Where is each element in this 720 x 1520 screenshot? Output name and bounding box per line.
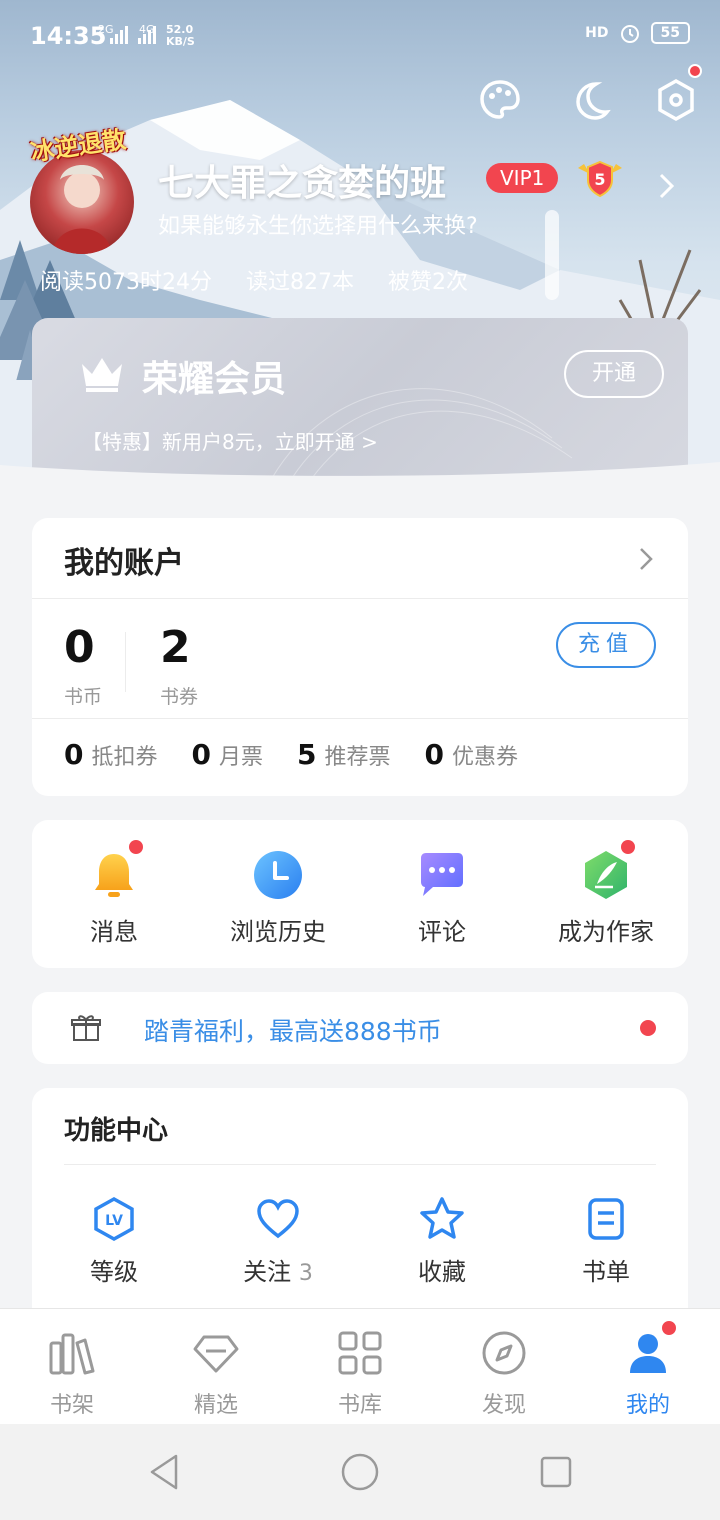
account-card: 我的账户 0 书币 2 书券 充值 0 抵扣券 0 月票 5 推荐票 0 优惠券 [32, 518, 688, 796]
hd-icon: HD [585, 25, 609, 41]
recommend-ticket-item[interactable]: 5 推荐票 [297, 738, 391, 771]
network-speed: 52.0 KB/S [166, 23, 195, 48]
bookshelf-icon [49, 1333, 95, 1375]
vertical-divider [125, 632, 126, 692]
feature-favorites[interactable]: 收藏 [360, 1196, 524, 1287]
feature-booklist[interactable]: 书单 [524, 1196, 688, 1287]
compass-icon [482, 1331, 526, 1375]
feature-center-card: 功能中心 LV 等级 关注 3 收藏 书单 [32, 1088, 688, 1328]
star-icon [420, 1197, 464, 1239]
gift-icon [71, 1015, 101, 1041]
signal-icon-2 [138, 26, 156, 44]
tab-featured[interactable]: 精选 [144, 1309, 288, 1424]
vip-card-title: 荣耀会员 [142, 359, 287, 400]
battery-indicator: 55 [650, 22, 690, 44]
back-triangle-icon[interactable] [146, 1452, 182, 1492]
books-read-stat[interactable]: 读过827本 [246, 264, 354, 296]
profile-header: 14:35 2G 4G 52.0 KB/S HD 55 冰逆退散 七大罪之贪婪的… [0, 0, 720, 480]
tickets-row: 0 抵扣券 0 月票 5 推荐票 0 优惠券 [64, 738, 518, 771]
vouchers-value[interactable]: 2 [160, 622, 191, 673]
level-number: 5 [594, 170, 605, 189]
signal-icon [110, 26, 128, 44]
level-shield-icon[interactable]: 5 [576, 158, 624, 198]
home-circle-icon[interactable] [340, 1452, 380, 1492]
system-navigation-bar [0, 1424, 720, 1520]
likes-stat[interactable]: 被赞2次 [388, 264, 468, 296]
coins-label: 书币 [64, 686, 103, 708]
recharge-button[interactable]: 充值 [556, 622, 656, 668]
reading-time-stat[interactable]: 阅读5073时24分 [40, 264, 212, 296]
discount-coupon-item[interactable]: 0 优惠券 [425, 738, 519, 771]
username[interactable]: 七大罪之贪婪的班 [158, 154, 446, 206]
shortcut-history[interactable]: 浏览历史 [196, 848, 360, 947]
account-title[interactable]: 我的账户 [64, 538, 184, 582]
messages-notification-dot [129, 840, 143, 854]
shortcut-comments[interactable]: 评论 [360, 848, 524, 947]
recents-square-icon[interactable] [538, 1452, 574, 1492]
bottom-navigation: 书架 精选 书库 发现 我的 [0, 1308, 720, 1424]
mine-notification-dot [660, 1319, 678, 1337]
reading-stats: 阅读5073时24分 读过827本 被赞2次 [40, 264, 468, 296]
author-notification-dot [621, 840, 635, 854]
alarm-icon [620, 25, 639, 43]
shortcuts-grid: 消息 浏览历史 评论 成为作家 [32, 840, 688, 947]
promo-notification-dot [640, 1020, 656, 1036]
tab-library[interactable]: 书库 [288, 1309, 432, 1424]
user-signature: 如果能够永生你选择用什么来换? [158, 214, 478, 239]
follow-count: 3 [298, 1261, 313, 1286]
vip-badge[interactable]: VIP1 [486, 163, 559, 193]
settings-hexagon-icon[interactable] [652, 76, 700, 124]
feature-follow[interactable]: 关注 3 [196, 1196, 360, 1287]
feature-center-title: 功能中心 [64, 1116, 169, 1146]
svg-text:LV: LV [105, 1213, 123, 1229]
shortcuts-card: 消息 浏览历史 评论 成为作家 [32, 820, 688, 968]
divider [32, 598, 688, 599]
divider [64, 1164, 656, 1165]
account-chevron-right-icon[interactable] [638, 546, 654, 572]
vouchers-label: 书券 [160, 686, 199, 708]
monthly-ticket-item[interactable]: 0 月票 [192, 738, 264, 771]
crown-icon [82, 358, 122, 392]
status-right: HD 55 [585, 22, 690, 44]
diamond-icon [193, 1335, 239, 1373]
bell-icon [95, 854, 133, 897]
clock-icon [254, 851, 302, 899]
status-bar: 14:35 2G 4G 52.0 KB/S HD 55 [0, 0, 720, 72]
header-curve [0, 462, 720, 480]
pen-icon [585, 851, 627, 899]
comment-icon [421, 853, 463, 896]
tab-bookshelf[interactable]: 书架 [0, 1309, 144, 1424]
deduction-coupon-item[interactable]: 0 抵扣券 [64, 738, 158, 771]
open-vip-button[interactable]: 开通 [564, 350, 664, 398]
heart-icon [257, 1199, 299, 1239]
feature-level[interactable]: LV 等级 [32, 1196, 196, 1287]
welfare-promo-text[interactable]: 踏青福利，最高送888书币 [144, 1012, 442, 1048]
grid-icon [338, 1331, 382, 1375]
chevron-right-icon[interactable] [658, 172, 676, 200]
booklist-icon [588, 1198, 624, 1240]
shortcut-become-author[interactable]: 成为作家 [524, 840, 688, 947]
level-lv-icon: LV [94, 1196, 134, 1242]
theme-palette-icon[interactable] [476, 76, 524, 124]
welfare-promo-bar[interactable]: 踏青福利，最高送888书币 [32, 992, 688, 1064]
shortcut-messages[interactable]: 消息 [32, 840, 196, 947]
coins-value[interactable]: 0 [64, 622, 95, 673]
divider [32, 718, 688, 719]
night-mode-moon-icon[interactable] [566, 76, 614, 124]
tab-discover[interactable]: 发现 [432, 1309, 576, 1424]
settings-notification-dot [688, 64, 702, 78]
tab-mine[interactable]: 我的 [576, 1309, 720, 1424]
features-grid: LV 等级 关注 3 收藏 书单 [32, 1196, 688, 1287]
status-time: 14:35 [30, 22, 107, 50]
